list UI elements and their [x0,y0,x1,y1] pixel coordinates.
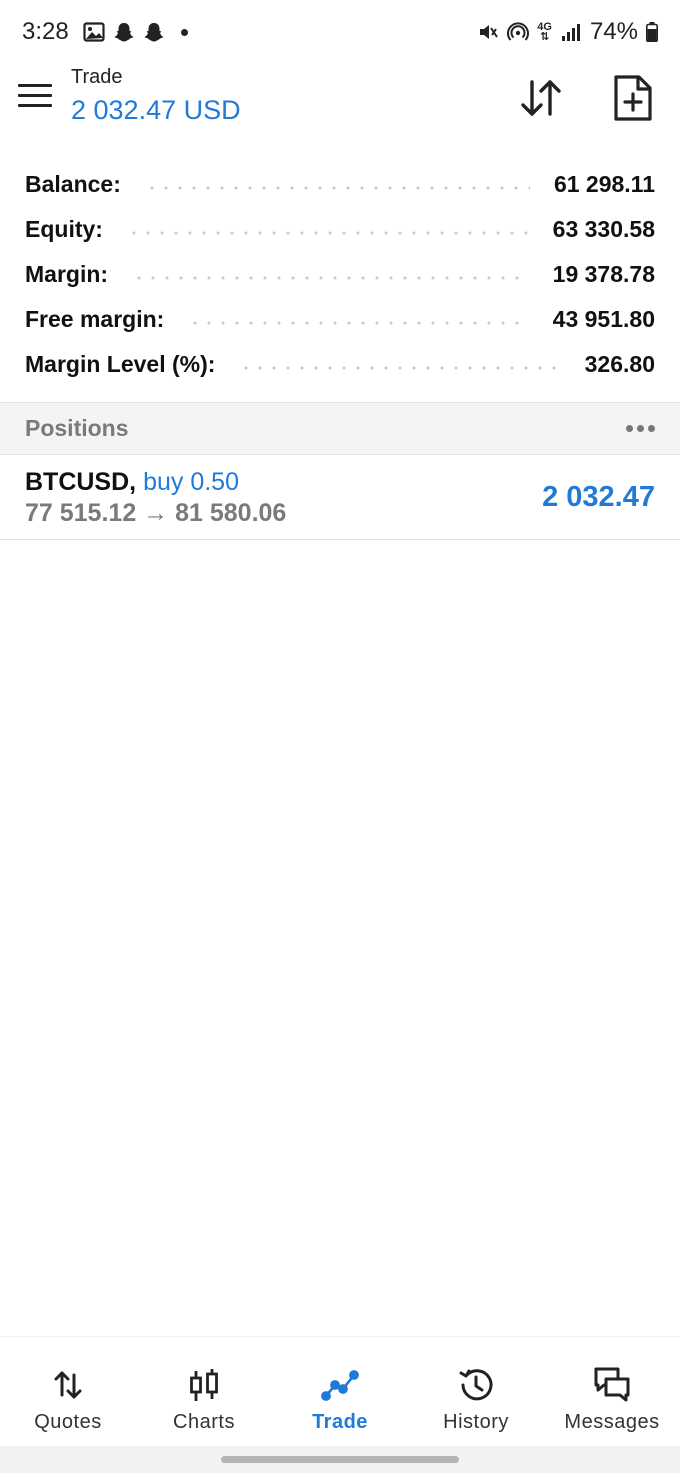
position-symbol: BTCUSD, [25,468,137,496]
nav-charts[interactable]: Charts [136,1337,272,1447]
nav-messages[interactable]: Messages [544,1337,680,1447]
signal-icon [561,24,580,41]
status-left: 3:28 [22,18,188,46]
status-right: 4G ⇅ 74% [477,18,658,46]
menu-button[interactable] [18,84,52,110]
summary-label: Equity: [25,216,103,242]
status-time: 3:28 [22,18,69,45]
notification-dot [180,28,188,36]
menu-line [18,94,52,97]
messages-icon [594,1367,630,1402]
hotspot-icon [507,22,530,41]
positions-title: Positions [25,415,129,441]
summary-value: 43 951.80 [552,306,655,332]
dotted-leader [144,184,530,191]
nav-history[interactable]: History [408,1337,544,1447]
network-type: 4G ⇅ [537,21,552,43]
nav-label: History [443,1411,509,1433]
position-profit: 2 032.47 [542,481,655,513]
app-header: Trade 2 032.47 USD [0,64,680,148]
nav-label: Messages [564,1411,660,1433]
summary-label: Margin: [25,261,109,287]
more-options-icon[interactable] [626,425,655,432]
history-icon [459,1369,493,1401]
new-order-button[interactable] [612,74,654,122]
summary-value: 326.80 [584,351,655,377]
snapchat-icon [144,23,164,42]
dot [648,425,655,432]
sort-button[interactable] [518,76,564,120]
positions-header: Positions [0,402,680,455]
total-profit: 2 032.47 USD [71,95,241,125]
menu-line [18,84,52,87]
nav-quotes[interactable]: Quotes [0,1337,136,1447]
battery-percent: 74% [589,18,638,45]
status-bar: 3:28 4G ⇅ 74% [0,0,680,64]
summary-row-free-margin: Free margin: 43 951.80 [0,297,680,342]
gallery-icon [83,22,105,42]
nav-trade[interactable]: Trade [272,1337,408,1447]
dot [637,425,644,432]
network-label: 4G [537,21,552,33]
home-indicator[interactable] [221,1456,459,1463]
summary-row-equity: Equity: 63 330.58 [0,207,680,252]
bottom-nav: Quotes Charts Trade History Messages [0,1336,680,1446]
nav-label: Charts [173,1411,235,1433]
summary-value: 19 378.78 [552,261,655,287]
gesture-bar [0,1446,680,1473]
dotted-leader [132,274,529,281]
dotted-leader [188,319,529,326]
dotted-leader [126,229,529,236]
nav-label: Trade [312,1411,368,1433]
quotes-icon [54,1371,82,1399]
trade-icon [321,1370,359,1401]
summary-label: Balance: [25,171,121,197]
charts-icon [190,1369,218,1401]
summary-label: Free margin: [25,306,165,332]
nav-label: Quotes [34,1411,102,1433]
dotted-leader [239,364,561,371]
summary-value: 61 298.11 [553,171,655,197]
summary-row-margin-level: Margin Level (%): 326.80 [0,342,680,387]
mute-icon [480,25,499,39]
summary-row-margin: Margin: 19 378.78 [0,252,680,297]
summary-row-balance: Balance: 61 298.11 [0,162,680,207]
dot [626,425,633,432]
menu-line [18,104,52,107]
snapchat-icon [114,23,134,42]
account-summary: Balance: 61 298.11 Equity: 63 330.58 Mar… [0,162,680,387]
trade-screen: 3:28 4G ⇅ 74% Trade 2 032.47 USD Balance… [0,0,680,1473]
sort-icon [521,80,561,116]
battery-icon [646,22,658,42]
position-prices: 77 515.12 → 81 580.06 [25,499,287,527]
summary-value: 63 330.58 [552,216,655,242]
position-side-volume: buy 0.50 [143,468,239,496]
title-block: Trade 2 032.47 USD [71,66,241,126]
page-title: Trade [71,66,123,88]
position-row[interactable]: BTCUSD, buy 0.50 77 515.12 → 81 580.06 2… [0,456,680,540]
position-title-line: BTCUSD, buy 0.50 [25,468,239,497]
new-document-icon [614,75,652,121]
summary-label: Margin Level (%): [25,351,216,377]
